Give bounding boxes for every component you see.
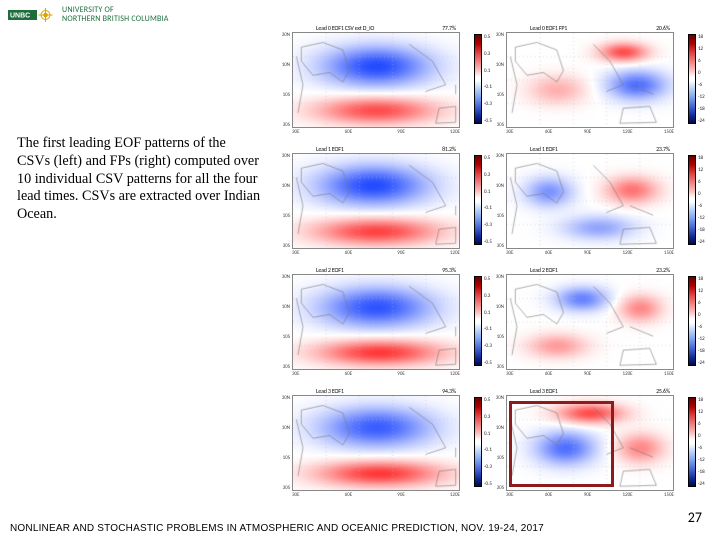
panel-title-left: Lead 3 EOF1 [530,387,558,395]
panel-variance-pct: 25.6% [656,387,670,395]
heatmap-canvas [506,395,674,491]
lon-axis: 30E60E90E120E [292,371,460,377]
panel-variance-pct: 20.6% [656,24,670,32]
heatmap-canvas [292,274,460,370]
map-plot [292,32,460,128]
colorbar-ticks: 0.50.30.1-0.1-0.3-0.5 [484,34,494,124]
panel-title: Lead 3 EOF1 25.6% [530,387,670,395]
panel-title: Lead 2 EOF1 95.3% [316,266,456,274]
panel-grid: Lead 0 EOF1 CSV ext D_IO 77.7% 30N10N10S30… [280,24,706,506]
colorbar-gradient-icon [689,277,695,365]
lat-axis: 30N10N10S30S [280,153,290,249]
panel-title-left: Lead 0 EOF1 FP1 [530,24,567,32]
panel-variance-pct: 23.2% [656,266,670,274]
colorbar-ticks: 181260-6-12-18-24 [698,397,708,487]
lon-axis: 30E60E90E120E [292,129,460,135]
panel-title: Lead 1 EOF1 23.7% [530,145,670,153]
eof-panel-fp1: Lead 1 EOF1 23.7% 30N10N10S30S30E60E90E120… [494,145,706,264]
lon-axis: 30E60E90E120E150E [506,129,674,135]
colorbar [474,155,482,245]
map-plot [506,274,674,370]
colorbar [474,34,482,124]
institution-logo: UNBC UNIVERSITY OF NORTHERN BRITISH COLU… [8,6,169,24]
lon-axis: 30E60E90E120E150E [506,492,674,498]
heatmap-canvas [506,153,674,249]
lat-axis: 30N10N10S30S [494,32,504,128]
panel-title-left: Lead 2 EOF1 [530,266,558,274]
page-number: 27 [688,509,702,526]
colorbar [688,155,696,245]
panel-title-left: Lead 1 EOF1 [316,145,344,153]
panel-variance-pct: 95.3% [442,266,456,274]
colorbar-ticks: 181260-6-12-18-24 [698,155,708,245]
eof-panel-csv0: Lead 0 EOF1 CSV ext D_IO 77.7% 30N10N10S30… [280,24,492,143]
map-plot [292,274,460,370]
panel-variance-pct: 81.2% [442,145,456,153]
eof-panel-csv1: Lead 1 EOF1 81.2% 30N10N10S30S30E60E90E120… [280,145,492,264]
colorbar-gradient-icon [475,35,481,123]
eof-panel-csv2: Lead 2 EOF1 95.3% 30N10N10S30S30E60E90E120… [280,266,492,385]
panel-title-left: Lead 0 EOF1 CSV ext D_IO [316,24,374,32]
heatmap-canvas [506,274,674,370]
colorbar [688,276,696,366]
colorbar-ticks: 181260-6-12-18-24 [698,34,708,124]
colorbar-ticks: 0.50.30.1-0.1-0.3-0.5 [484,397,494,487]
map-plot [506,153,674,249]
lon-axis: 30E60E90E120E [292,250,460,256]
lat-axis: 30N10N10S30S [280,395,290,491]
colorbar-ticks: 0.50.30.1-0.1-0.3-0.5 [484,155,494,245]
panel-title: Lead 0 EOF1 CSV ext D_IO 77.7% [316,24,456,32]
lon-axis: 30E60E90E120E [292,492,460,498]
panel-variance-pct: 77.7% [442,24,456,32]
heatmap-canvas [292,153,460,249]
colorbar [474,276,482,366]
colorbar-gradient-icon [689,35,695,123]
figure-caption: The first leading EOF patterns of the CS… [17,135,262,224]
colorbar-gradient-icon [689,398,695,486]
colorbar-gradient-icon [475,398,481,486]
map-plot [292,395,460,491]
eof-panel-fp3: Lead 3 EOF1 25.6% 30N10N10S30S30E60E90E120… [494,387,706,506]
heatmap-canvas [292,32,460,128]
lat-axis: 30N10N10S30S [494,395,504,491]
lat-axis: 30N10N10S30S [494,153,504,249]
institution-name: UNIVERSITY OF NORTHERN BRITISH COLUMBIA [62,6,169,24]
lon-axis: 30E60E90E120E150E [506,250,674,256]
panel-title: Lead 3 EOF1 94.3% [316,387,456,395]
lat-axis: 30N10N10S30S [280,32,290,128]
colorbar [688,34,696,124]
panel-variance-pct: 23.7% [656,145,670,153]
panel-title: Lead 1 EOF1 81.2% [316,145,456,153]
colorbar-gradient-icon [689,156,695,244]
lat-axis: 30N10N10S30S [494,274,504,370]
colorbar-gradient-icon [475,156,481,244]
colorbar [474,397,482,487]
unbc-mark-icon: UNBC [8,8,58,22]
eof-panel-csv3: Lead 3 EOF1 94.3% 30N10N10S30S30E60E90E120… [280,387,492,506]
panel-title-left: Lead 1 EOF1 [530,145,558,153]
heatmap-canvas [292,395,460,491]
map-plot [506,395,674,491]
lon-axis: 30E60E90E120E150E [506,371,674,377]
panel-title: Lead 0 EOF1 FP1 20.6% [530,24,670,32]
svg-text:UNBC: UNBC [10,12,30,19]
map-plot [506,32,674,128]
eof-panel-fp0: Lead 0 EOF1 FP1 20.6% 30N10N10S30S30E60E90… [494,24,706,143]
heatmap-canvas [506,32,674,128]
colorbar-ticks: 0.50.30.1-0.1-0.3-0.5 [484,276,494,366]
map-plot [292,153,460,249]
panel-title: Lead 2 EOF1 23.2% [530,266,670,274]
slide: UNBC UNIVERSITY OF NORTHERN BRITISH COLU… [0,0,720,540]
panel-variance-pct: 94.3% [442,387,456,395]
slide-footer: NONLINEAR AND STOCHASTIC PROBLEMS IN ATM… [10,523,544,534]
colorbar [688,397,696,487]
panel-title-left: Lead 3 EOF1 [316,387,344,395]
colorbar-gradient-icon [475,277,481,365]
lat-axis: 30N10N10S30S [280,274,290,370]
panel-title-left: Lead 2 EOF1 [316,266,344,274]
colorbar-ticks: 181260-6-12-18-24 [698,276,708,366]
eof-panel-fp2: Lead 2 EOF1 23.2% 30N10N10S30S30E60E90E120… [494,266,706,385]
